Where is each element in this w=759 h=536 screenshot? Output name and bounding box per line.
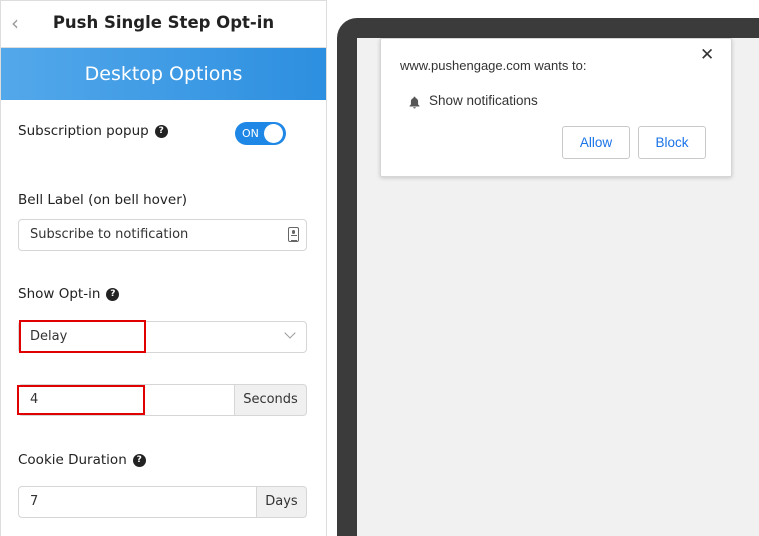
subscription-popup-toggle[interactable]: ON [235, 122, 286, 145]
close-icon[interactable]: ✕ [700, 45, 714, 65]
bell-label-input[interactable]: Subscribe to notification [18, 219, 307, 251]
cookie-duration-row: Cookie Duration? [18, 452, 146, 468]
show-optin-label: Show Opt-in [18, 286, 101, 302]
seconds-addon: Seconds [234, 384, 307, 416]
bell-label-value: Subscribe to notification [30, 227, 189, 242]
page-title: Push Single Step Opt-in [52, 13, 275, 32]
cookie-duration-input[interactable]: 7 [18, 486, 257, 518]
subscription-popup-row: Subscription popup? [18, 123, 168, 139]
cookie-duration-label: Cookie Duration [18, 452, 127, 468]
highlight-box [17, 385, 145, 415]
toggle-state-label: ON [242, 127, 259, 140]
allow-button[interactable]: Allow [562, 126, 630, 159]
notification-permission-prompt: www.pushengage.com wants to: ✕ Show noti… [380, 38, 732, 177]
permission-item-label: Show notifications [429, 93, 538, 108]
toggle-knob [264, 124, 283, 143]
section-banner: Desktop Options [1, 48, 326, 100]
panel-header: ‹ Push Single Step Opt-in [1, 0, 326, 48]
show-optin-row: Show Opt-in? [18, 286, 120, 302]
contact-card-icon[interactable] [288, 227, 299, 242]
bell-label-label: Bell Label (on bell hover) [18, 192, 188, 208]
help-icon[interactable]: ? [106, 287, 120, 301]
highlight-box [19, 320, 146, 353]
days-addon: Days [256, 486, 307, 518]
block-button[interactable]: Block [638, 126, 706, 159]
subscription-popup-label: Subscription popup [18, 123, 149, 139]
chevron-down-icon [284, 327, 296, 339]
bell-icon [409, 96, 420, 109]
prompt-site-text: www.pushengage.com wants to: [400, 58, 587, 73]
settings-panel: ‹ Push Single Step Opt-in Desktop Option… [0, 0, 327, 536]
help-icon[interactable]: ? [132, 453, 146, 467]
cookie-duration-value: 7 [30, 494, 39, 509]
help-icon[interactable]: ? [154, 124, 168, 138]
